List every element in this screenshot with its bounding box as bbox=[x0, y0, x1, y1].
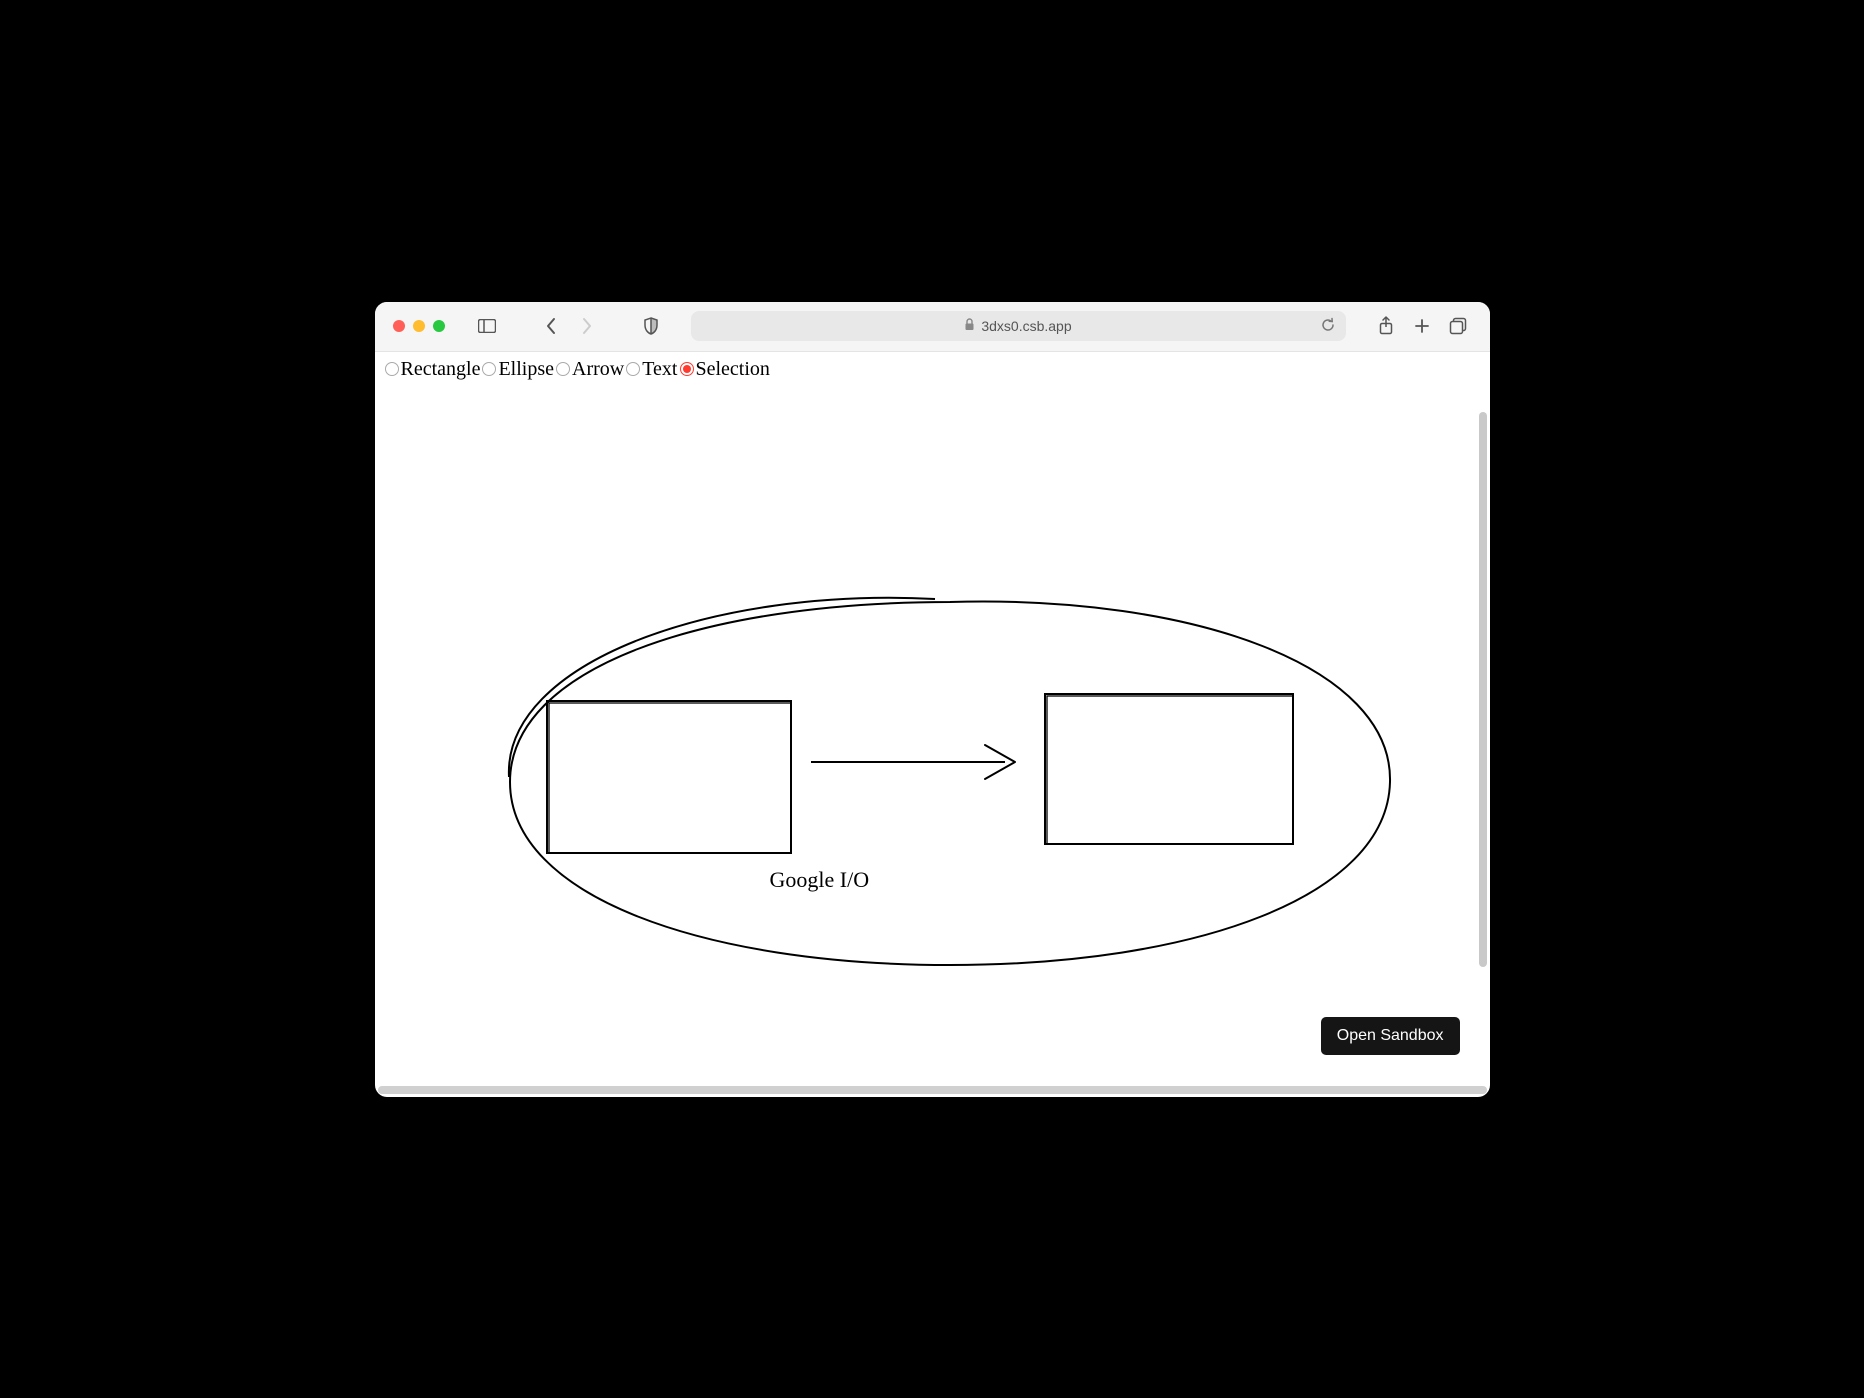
traffic-lights bbox=[393, 320, 445, 332]
shape-toolbar: Rectangle Ellipse Arrow Text Selection bbox=[375, 352, 1490, 387]
page-content: Rectangle Ellipse Arrow Text Selection bbox=[375, 352, 1490, 1097]
new-tab-icon[interactable] bbox=[1408, 312, 1436, 340]
shape-radio-rectangle[interactable]: Rectangle bbox=[385, 358, 481, 381]
reload-icon[interactable] bbox=[1320, 317, 1336, 336]
radio-icon bbox=[385, 362, 399, 376]
vertical-scrollbar[interactable] bbox=[1479, 412, 1487, 967]
canvas-rect-left[interactable] bbox=[547, 701, 791, 853]
sidebar-toggle-icon[interactable] bbox=[473, 312, 501, 340]
back-button[interactable] bbox=[537, 312, 565, 340]
forward-button[interactable] bbox=[573, 312, 601, 340]
address-bar[interactable]: 3dxs0.csb.app bbox=[691, 311, 1346, 341]
canvas-arrow[interactable] bbox=[811, 745, 1015, 779]
radio-label: Ellipse bbox=[498, 358, 554, 381]
maximize-window-button[interactable] bbox=[433, 320, 445, 332]
shape-radio-text[interactable]: Text bbox=[626, 358, 677, 381]
open-sandbox-button[interactable]: Open Sandbox bbox=[1321, 1017, 1460, 1055]
lock-icon bbox=[964, 318, 975, 334]
radio-icon bbox=[626, 362, 640, 376]
drawing-canvas[interactable]: Google I/O bbox=[375, 387, 1490, 1092]
horizontal-scrollbar[interactable] bbox=[378, 1086, 1487, 1094]
minimize-window-button[interactable] bbox=[413, 320, 425, 332]
radio-label: Selection bbox=[696, 358, 770, 381]
radio-label: Rectangle bbox=[401, 358, 481, 381]
canvas-rect-right[interactable] bbox=[1045, 694, 1293, 844]
share-icon[interactable] bbox=[1372, 312, 1400, 340]
radio-icon bbox=[556, 362, 570, 376]
shape-radio-ellipse[interactable]: Ellipse bbox=[482, 358, 554, 381]
radio-label: Arrow bbox=[572, 358, 624, 381]
radio-icon bbox=[482, 362, 496, 376]
close-window-button[interactable] bbox=[393, 320, 405, 332]
browser-window: 3dxs0.csb.app Rectangle Ellipse bbox=[375, 302, 1490, 1097]
shape-radio-selection[interactable]: Selection bbox=[680, 358, 770, 381]
browser-titlebar: 3dxs0.csb.app bbox=[375, 302, 1490, 352]
canvas-ellipse[interactable] bbox=[508, 597, 1389, 964]
radio-label: Text bbox=[642, 358, 677, 381]
shield-icon[interactable] bbox=[637, 312, 665, 340]
tabs-overview-icon[interactable] bbox=[1444, 312, 1472, 340]
canvas-text[interactable]: Google I/O bbox=[770, 867, 870, 893]
radio-icon bbox=[680, 362, 694, 376]
shape-radio-arrow[interactable]: Arrow bbox=[556, 358, 624, 381]
address-url: 3dxs0.csb.app bbox=[981, 318, 1071, 334]
